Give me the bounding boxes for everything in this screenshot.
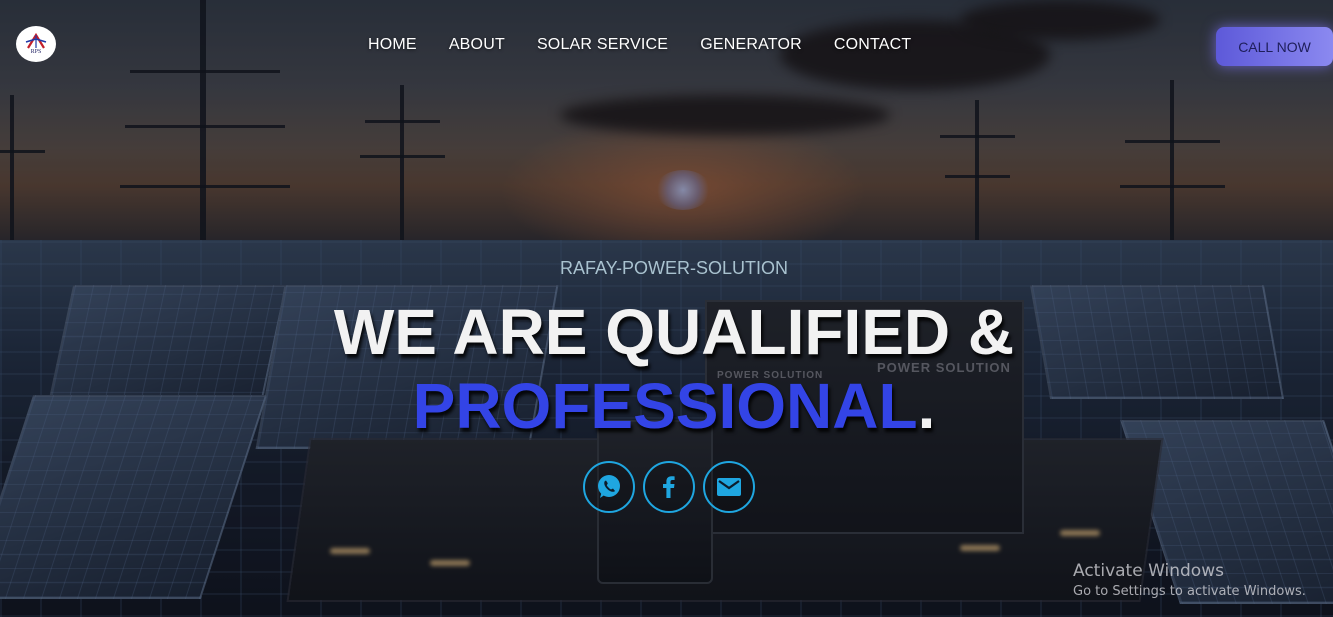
hero-headline-accent: PROFESSIONAL: [412, 370, 918, 442]
nav-home[interactable]: HOME: [368, 36, 417, 54]
whatsapp-button[interactable]: [583, 461, 635, 513]
watermark-title: Activate Windows: [1073, 561, 1224, 581]
hero-headline-line1: WE ARE QUALIFIED &: [333, 296, 1015, 368]
main-nav: HOME ABOUT SOLAR SERVICE GENERATOR CONTA…: [368, 36, 911, 54]
logo-mark-icon: [25, 33, 47, 49]
hero-headline-line2: PROFESSIONAL.: [0, 370, 1333, 442]
nav-contact[interactable]: CONTACT: [834, 36, 912, 54]
mail-icon: [717, 478, 741, 496]
nav-generator[interactable]: GENERATOR: [700, 36, 802, 54]
call-now-button[interactable]: CALL NOW: [1216, 27, 1333, 66]
email-button[interactable]: [703, 461, 755, 513]
windows-activation-watermark: Activate Windows Go to Settings to activ…: [1073, 560, 1306, 602]
hero-headline-dot: .: [917, 370, 936, 442]
logo-text: RPS: [30, 49, 42, 55]
logo[interactable]: RPS: [16, 26, 56, 62]
hero-subtitle: RAFAY-POWER-SOLUTION: [559, 258, 789, 278]
nav-solar-service[interactable]: SOLAR SERVICE: [537, 36, 668, 54]
facebook-icon: [663, 476, 675, 498]
whatsapp-icon: [598, 475, 620, 498]
watermark-subtitle: Go to Settings to activate Windows.: [1073, 584, 1306, 599]
nav-about[interactable]: ABOUT: [449, 36, 505, 54]
facebook-button[interactable]: [643, 461, 695, 513]
social-links: [583, 461, 755, 513]
